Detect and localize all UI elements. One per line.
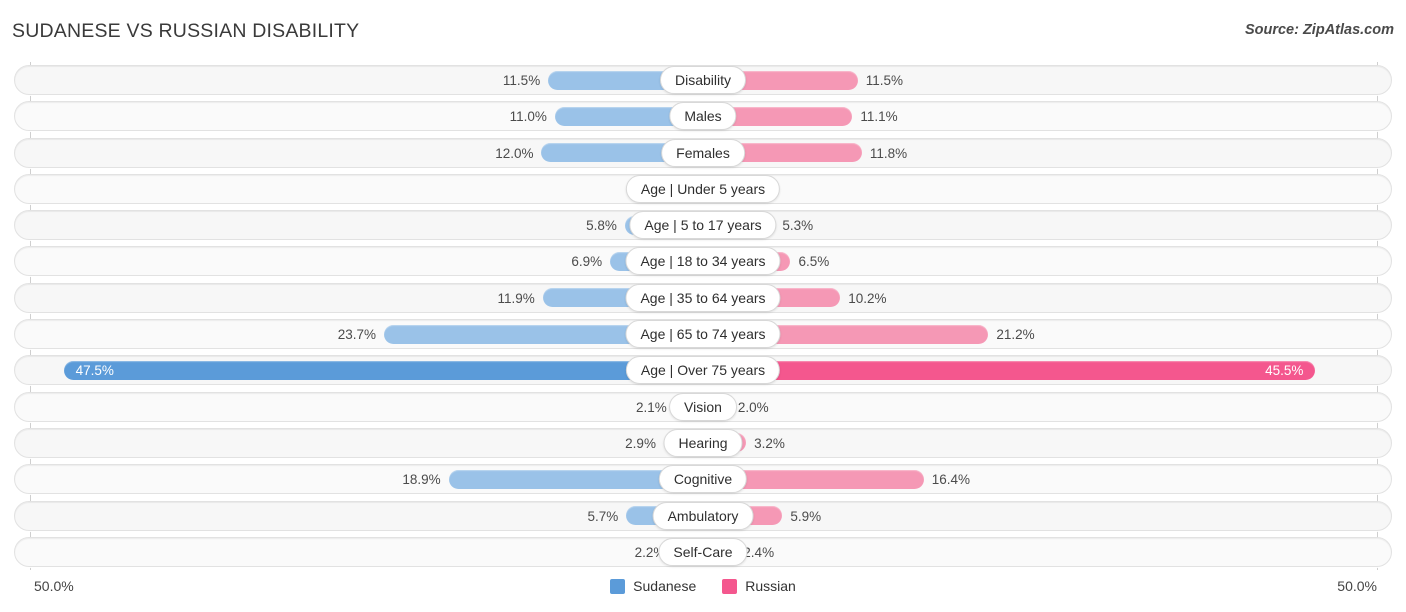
legend-label: Russian [745, 578, 796, 594]
value-label-sudanese: 2.9% [625, 435, 656, 451]
category-label[interactable]: Cognitive [658, 465, 748, 494]
value-label-sudanese: 5.7% [587, 508, 619, 524]
value-label-russian: 2.0% [737, 399, 769, 415]
category-label[interactable]: Males [669, 102, 737, 131]
value-label-sudanese: 18.9% [402, 472, 441, 488]
value-label-sudanese: 12.0% [495, 145, 534, 161]
value-label-russian: 6.5% [798, 254, 830, 270]
value-label-russian: 5.9% [790, 508, 822, 524]
table-row: 11.5% 11.5% Disability [0, 62, 1406, 98]
value-label-sudanese: 11.9% [497, 290, 535, 306]
value-label-russian: 5.3% [782, 218, 814, 234]
value-label-russian: 11.5% [865, 73, 904, 88]
value-label-russian: 45.5% [1265, 363, 1304, 379]
category-label[interactable]: Vision [669, 392, 737, 421]
category-label[interactable]: Ambulatory [652, 501, 754, 530]
legend-label: Sudanese [633, 578, 697, 594]
legend: Sudanese Russian [0, 578, 1406, 594]
table-row: 11.9% 10.2% Age | 35 to 64 years [0, 280, 1406, 316]
table-row: 47.5% 45.5% Age | Over 75 years [0, 352, 1406, 388]
bar-russian [703, 360, 1316, 380]
value-label-sudanese: 5.8% [586, 218, 617, 234]
category-label[interactable]: Age | 18 to 34 years [625, 247, 781, 276]
table-row: 12.0% 11.8% Females [0, 135, 1406, 171]
value-label-sudanese: 11.5% [502, 73, 541, 88]
plot-area: 11.5% 11.5% Disability 11.0% 11.1% Males 12.0%… [0, 62, 1406, 570]
value-label-russian: 11.8% [869, 145, 908, 161]
category-label[interactable]: Self-Care [658, 537, 748, 566]
table-row: 2.2% 2.4% Self-Care [0, 534, 1406, 570]
category-label[interactable]: Age | 5 to 17 years [629, 211, 777, 240]
chart-header: SUDANESE VS RUSSIAN DISABILITY Source: Z… [0, 0, 1406, 58]
value-label-russian: 2.4% [743, 544, 775, 560]
page-title: SUDANESE VS RUSSIAN DISABILITY [12, 20, 360, 42]
value-label-sudanese: 11.0% [509, 109, 547, 125]
bar-sudanese [63, 360, 703, 380]
legend-item[interactable]: Sudanese [610, 578, 696, 594]
table-row: 18.9% 16.4% Cognitive [0, 461, 1406, 497]
category-label[interactable]: Females [661, 138, 745, 167]
bar-rows: 11.5% 11.5% Disability 11.0% 11.1% Males 12.0%… [0, 62, 1406, 570]
legend-swatch-icon [722, 578, 738, 594]
table-row: 23.7% 21.2% Age | 65 to 74 years [0, 316, 1406, 352]
category-label[interactable]: Age | Under 5 years [625, 174, 781, 203]
category-label[interactable]: Age | 65 to 74 years [625, 320, 781, 349]
value-label-russian: 10.2% [848, 290, 887, 306]
table-row: 2.9% 3.2% Hearing [0, 425, 1406, 461]
value-label-russian: 21.2% [996, 327, 1035, 343]
value-label-sudanese: 47.5% [75, 363, 114, 379]
chart-root: SUDANESE VS RUSSIAN DISABILITY Source: Z… [0, 0, 1406, 612]
source-attribution: Source: ZipAtlas.com [1244, 22, 1394, 38]
table-row: 2.1% 2.0% Vision [0, 389, 1406, 425]
value-label-sudanese: 6.9% [571, 254, 603, 270]
chart-footer: 50.0% 50.0% Sudanese Russian [0, 572, 1406, 612]
table-row: 6.9% 6.5% Age | 18 to 34 years [0, 243, 1406, 279]
value-label-sudanese: 2.2% [634, 544, 666, 560]
table-row: 1.1%1.4%Age | Under 5 years [0, 171, 1406, 207]
value-label-russian: 3.2% [754, 435, 785, 451]
category-label[interactable]: Hearing [663, 428, 743, 457]
value-label-sudanese: 23.7% [337, 327, 376, 343]
category-label[interactable]: Age | Over 75 years [625, 356, 781, 385]
table-row: 11.0% 11.1% Males [0, 98, 1406, 134]
category-label[interactable]: Age | 35 to 64 years [625, 283, 781, 312]
value-label-russian: 11.1% [860, 109, 898, 125]
legend-swatch-icon [610, 578, 626, 594]
legend-item[interactable]: Russian [722, 578, 796, 594]
value-label-russian: 16.4% [931, 472, 971, 488]
table-row: 5.8% 5.3% Age | 5 to 17 years [0, 207, 1406, 243]
table-row: 5.7% 5.9% Ambulatory [0, 498, 1406, 534]
category-label[interactable]: Disability [659, 66, 747, 94]
value-label-sudanese: 2.1% [635, 399, 667, 415]
